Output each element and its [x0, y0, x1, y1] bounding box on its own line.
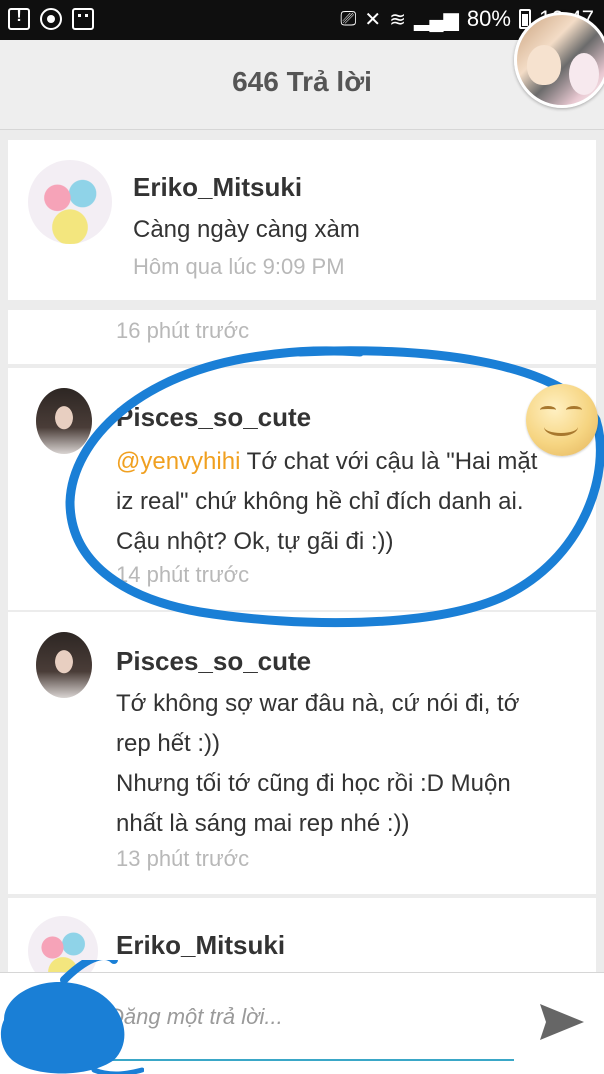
eye-icon [40, 8, 62, 30]
face-icon [72, 8, 94, 30]
reply-time: 13 phút trước [116, 846, 250, 871]
cast-icon: ⎚ [340, 7, 357, 30]
reply-text-line: Tớ chat với cậu là "Hai mặt [240, 448, 538, 475]
reply-text-line: Tớ không sợ war đâu nà, cứ nói đi, tớ [116, 690, 520, 717]
reply-time: Hôm qua lúc 9:09 PM [133, 254, 345, 279]
reply-text-line: rep hết :)) [116, 730, 221, 757]
wifi-icon: ≋ [389, 8, 406, 31]
reply-text-line: iz real" chứ không hề chỉ đích danh ai. [116, 488, 524, 515]
reply-text: Càng ngày càng xàm [133, 216, 360, 243]
reply-author[interactable]: Eriko_Mitsuki [116, 930, 285, 961]
reply-card: Pisces_so_cute @yenvyhihi Tớ chat với cậ… [8, 368, 596, 610]
reply-text-line: Cậu nhột? Ok, tự gãi đi :)) [116, 528, 394, 555]
reply-time: 16 phút trước [116, 318, 250, 343]
reply-text: Tớ không sợ war đâu nà, cứ nói đi, tớ re… [116, 684, 586, 844]
mention-link[interactable]: @yenvyhihi [116, 448, 240, 475]
reply-text: @yenvyhihi Tớ chat với cậu là "Hai mặt i… [116, 442, 586, 562]
send-icon[interactable] [538, 1000, 586, 1044]
redaction-scribble [0, 960, 144, 1074]
page-title: 646 Trả lời [232, 66, 372, 97]
avatar[interactable] [36, 632, 92, 698]
reply-card: 16 phút trước [8, 310, 596, 364]
reply-time: 14 phút trước [116, 562, 250, 587]
status-bar: ⎚ ✕ ≋ ▂▄▆ 80% 16:47 [0, 0, 604, 40]
avatar[interactable] [28, 160, 112, 244]
reply-card: Pisces_so_cute Tớ không sợ war đâu nà, c… [8, 612, 596, 894]
reply-input[interactable] [108, 999, 514, 1035]
user-avatar[interactable] [514, 12, 604, 108]
battery-percent: 80% [466, 6, 511, 31]
smile-emoji-icon [526, 384, 598, 456]
avatar[interactable] [36, 388, 92, 454]
reply-author[interactable]: Eriko_Mitsuki [133, 172, 302, 203]
reply-author[interactable]: Pisces_so_cute [116, 646, 311, 677]
input-underline [108, 1059, 514, 1061]
reply-card: Eriko_Mitsuki Càng ngày càng xàm Hôm qua… [8, 140, 596, 300]
reply-author[interactable]: Pisces_so_cute [116, 402, 311, 433]
mute-icon: ✕ [364, 8, 382, 31]
reply-text-line: nhất là sáng mai rep nhé :)) [116, 810, 410, 837]
alert-icon [8, 8, 30, 30]
reply-text-line: Nhưng tối tớ cũng đi học rồi :D Muộn [116, 770, 511, 797]
notification-icons [8, 8, 94, 30]
signal-icon: ▂▄▆ [413, 8, 459, 31]
